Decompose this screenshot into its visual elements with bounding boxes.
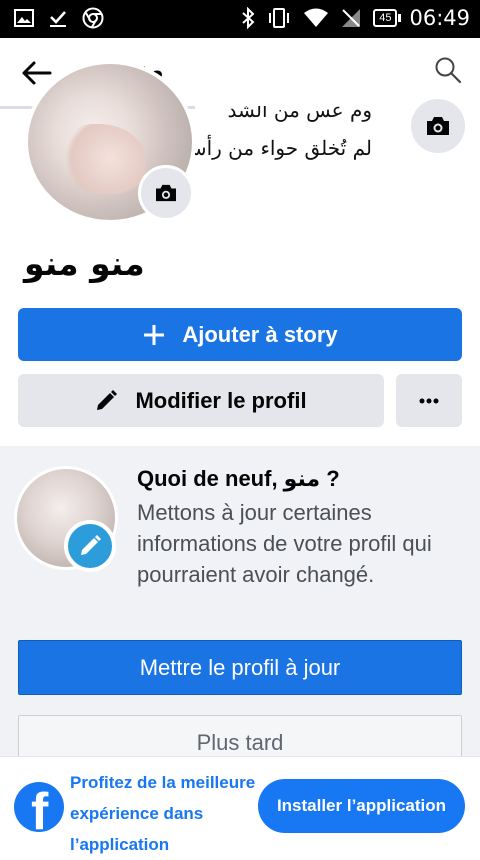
banner-text: Profitez de la meilleure expérience dans… (70, 773, 256, 854)
battery-icon: 45 (373, 9, 402, 27)
more-dots-icon (419, 398, 439, 403)
avatar-camera-button[interactable] (138, 165, 194, 221)
status-time: 06:49 (409, 6, 470, 30)
cover-text-line2: لم تُخلق حواء من رأس (195, 136, 372, 160)
no-signal-icon (342, 9, 361, 27)
status-left-icons (14, 7, 104, 29)
profile-name: منو منو (24, 244, 145, 283)
pencil-icon (97, 389, 118, 410)
plus-icon (144, 324, 165, 345)
edit-profile-label: Modifier le profil (135, 387, 307, 413)
camera-icon (427, 117, 449, 135)
install-app-banner: f Profitez de la meilleure expérience da… (0, 756, 480, 855)
add-to-story-button[interactable]: Ajouter à story (18, 308, 462, 361)
card-body: Mettons à jour certaines informations de… (137, 500, 432, 587)
status-right-icons: 45 06:49 (241, 6, 470, 30)
facebook-logo-icon: f (14, 782, 64, 832)
download-done-icon (50, 11, 66, 27)
pencil-icon (81, 535, 101, 555)
wifi-icon (304, 8, 329, 27)
status-bar: 45 06:49 (0, 0, 480, 38)
camera-icon (156, 184, 176, 202)
bluetooth-icon (242, 7, 255, 29)
add-to-story-label: Ajouter à story (182, 321, 338, 347)
image-icon (14, 9, 34, 27)
search-icon[interactable] (434, 56, 462, 84)
cover-text-line1: وم عس من الشد (227, 106, 372, 122)
edit-profile-button[interactable]: Modifier le profil (18, 374, 384, 427)
card-edit-button[interactable] (64, 520, 116, 572)
card-title: Quoi de neuf, منو ? (137, 466, 340, 491)
install-app-button[interactable]: Installer l’application (258, 779, 465, 833)
vibrate-icon (269, 8, 290, 28)
more-options-button[interactable] (396, 374, 462, 427)
chrome-icon (82, 7, 104, 29)
update-profile-button[interactable]: Mettre le profil à jour (18, 640, 462, 695)
profile-update-card: Quoi de neuf, منو ? Mettons à jour certa… (0, 446, 480, 770)
cover-camera-button[interactable] (411, 99, 465, 153)
